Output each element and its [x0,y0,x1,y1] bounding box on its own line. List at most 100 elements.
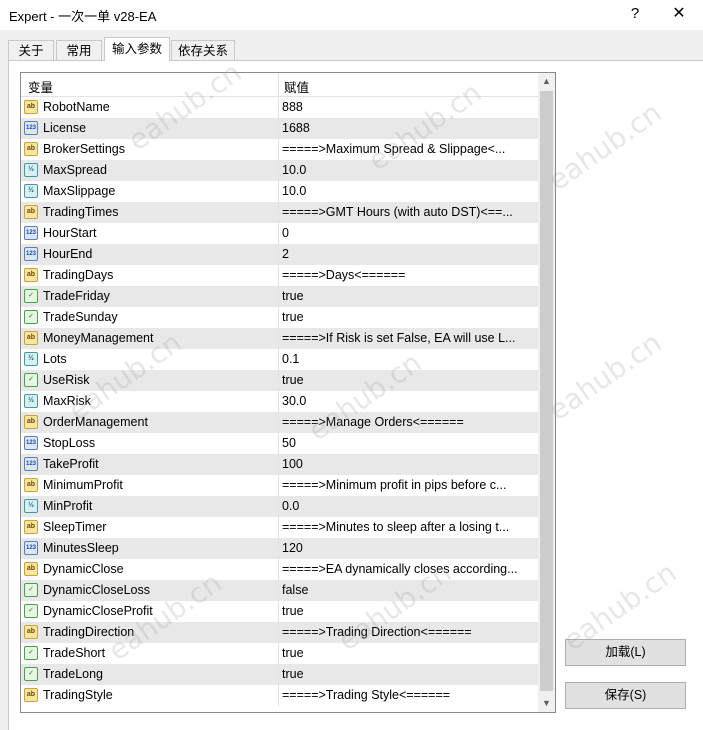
table-row[interactable]: ✓ UseRisk true [21,370,538,391]
variable-value[interactable]: 0 [282,223,536,244]
table-row[interactable]: ✓ TradeShort true [21,643,538,664]
cell-separator [278,202,279,223]
type-dbl-icon: ½ [24,499,38,513]
table-row[interactable]: ½ MaxRisk 30.0 [21,391,538,412]
table-row[interactable]: ½ MinProfit 0.0 [21,496,538,517]
variable-value[interactable]: =====>Manage Orders<====== [282,412,536,433]
variable-value[interactable]: true [282,643,536,664]
table-row[interactable]: ½ MaxSpread 10.0 [21,160,538,181]
close-button[interactable]: ✕ [668,3,690,25]
tab-dependencies[interactable]: 依存关系 [171,40,235,60]
variable-value[interactable]: =====>Trading Style<====== [282,685,536,706]
variable-value[interactable]: 2 [282,244,536,265]
variable-value[interactable]: 0.1 [282,349,536,370]
variable-value[interactable]: =====>Minimum profit in pips before c... [282,475,536,496]
variable-name: MinimumProfit [43,478,123,492]
type-bool-icon: ✓ [24,667,38,681]
variable-value[interactable]: 50 [282,433,536,454]
table-row[interactable]: 123 MinutesSleep 120 [21,538,538,559]
scroll-thumb[interactable] [540,91,553,691]
table-row[interactable]: 123 HourEnd 2 [21,244,538,265]
variable-value[interactable]: 888 [282,97,536,118]
type-str-icon: ab [24,688,38,702]
vertical-scrollbar[interactable]: ▲ ▼ [538,73,555,712]
variable-value[interactable]: =====>EA dynamically closes according... [282,559,536,580]
variable-name: RobotName [43,100,110,114]
variable-value[interactable]: false [282,580,536,601]
cell-separator [278,181,279,202]
table-row[interactable]: 123 HourStart 0 [21,223,538,244]
variable-name: Lots [43,352,67,366]
variable-value[interactable]: true [282,601,536,622]
variable-name: TradeSunday [43,310,118,324]
grid-rows: ab RobotName 888 123 License 1688 ab BrokerSett… [21,97,538,706]
variable-value[interactable]: true [282,664,536,685]
table-row[interactable]: ✓ DynamicCloseLoss false [21,580,538,601]
variable-value[interactable]: 120 [282,538,536,559]
variable-value[interactable]: =====>Days<====== [282,265,536,286]
table-row[interactable]: ab TradingDays =====>Days<====== [21,265,538,286]
type-str-icon: ab [24,520,38,534]
type-str-icon: ab [24,415,38,429]
table-row[interactable]: ½ Lots 0.1 [21,349,538,370]
cell-separator [278,244,279,265]
table-row[interactable]: ½ MaxSlippage 10.0 [21,181,538,202]
tab-about[interactable]: 关于 [8,40,54,60]
table-row[interactable]: ✓ TradeFriday true [21,286,538,307]
cell-separator [278,97,279,118]
variable-value[interactable]: 0.0 [282,496,536,517]
tab-common[interactable]: 常用 [56,40,102,60]
scroll-up-icon[interactable]: ▲ [538,73,555,90]
cell-separator [278,496,279,517]
variable-value[interactable]: 30.0 [282,391,536,412]
table-row[interactable]: ab RobotName 888 [21,97,538,118]
table-row[interactable]: ab TradingDirection =====>Trading Directio… [21,622,538,643]
type-str-icon: ab [24,100,38,114]
type-bool-icon: ✓ [24,583,38,597]
table-row[interactable]: ab TradingStyle =====>Trading Style<====== [21,685,538,706]
variable-name: UseRisk [43,373,90,387]
table-row[interactable]: ab TradingTimes =====>GMT Hours (with auto… [21,202,538,223]
variable-value[interactable]: =====>Trading Direction<====== [282,622,536,643]
cell-separator [278,349,279,370]
variable-value[interactable]: 100 [282,454,536,475]
type-str-icon: ab [24,331,38,345]
variable-value[interactable]: true [282,370,536,391]
column-header-variable[interactable]: 变量 [28,77,53,96]
table-row[interactable]: ✓ TradeSunday true [21,307,538,328]
table-row[interactable]: ab DynamicClose =====>EA dynamically close… [21,559,538,580]
table-row[interactable]: 123 License 1688 [21,118,538,139]
variable-value[interactable]: 10.0 [282,160,536,181]
type-str-icon: ab [24,268,38,282]
cell-separator [278,286,279,307]
variable-value[interactable]: true [282,286,536,307]
table-row[interactable]: 123 StopLoss 50 [21,433,538,454]
variable-value[interactable]: 10.0 [282,181,536,202]
table-row[interactable]: ab MoneyManagement =====>If Risk is set Fa… [21,328,538,349]
column-header-value[interactable]: 赋值 [284,77,309,96]
cell-separator [278,601,279,622]
scroll-down-icon[interactable]: ▼ [538,695,555,712]
variable-value[interactable]: =====>Maximum Spread & Slippage<... [282,139,536,160]
type-bool-icon: ✓ [24,289,38,303]
tab-inputs[interactable]: 输入参数 [104,37,170,61]
table-row[interactable]: ✓ TradeLong true [21,664,538,685]
table-row[interactable]: ab BrokerSettings =====>Maximum Spread & S… [21,139,538,160]
variable-value[interactable]: 1688 [282,118,536,139]
cell-separator [278,475,279,496]
table-row[interactable]: ab SleepTimer =====>Minutes to sleep after… [21,517,538,538]
table-row[interactable]: ab OrderManagement =====>Manage Orders<===… [21,412,538,433]
variable-value[interactable]: =====>If Risk is set False, EA will use … [282,328,536,349]
variable-value[interactable]: true [282,307,536,328]
variable-value[interactable]: =====>Minutes to sleep after a losing t.… [282,517,536,538]
variable-name: TradeShort [43,646,106,660]
load-button[interactable]: 加载(L) [565,639,686,666]
type-dbl-icon: ½ [24,352,38,366]
table-row[interactable]: 123 TakeProfit 100 [21,454,538,475]
help-button[interactable]: ? [624,3,646,25]
variable-name: DynamicCloseLoss [43,583,150,597]
table-row[interactable]: ab MinimumProfit =====>Minimum profit in p… [21,475,538,496]
table-row[interactable]: ✓ DynamicCloseProfit true [21,601,538,622]
variable-value[interactable]: =====>GMT Hours (with auto DST)<==... [282,202,536,223]
save-button[interactable]: 保存(S) [565,682,686,709]
